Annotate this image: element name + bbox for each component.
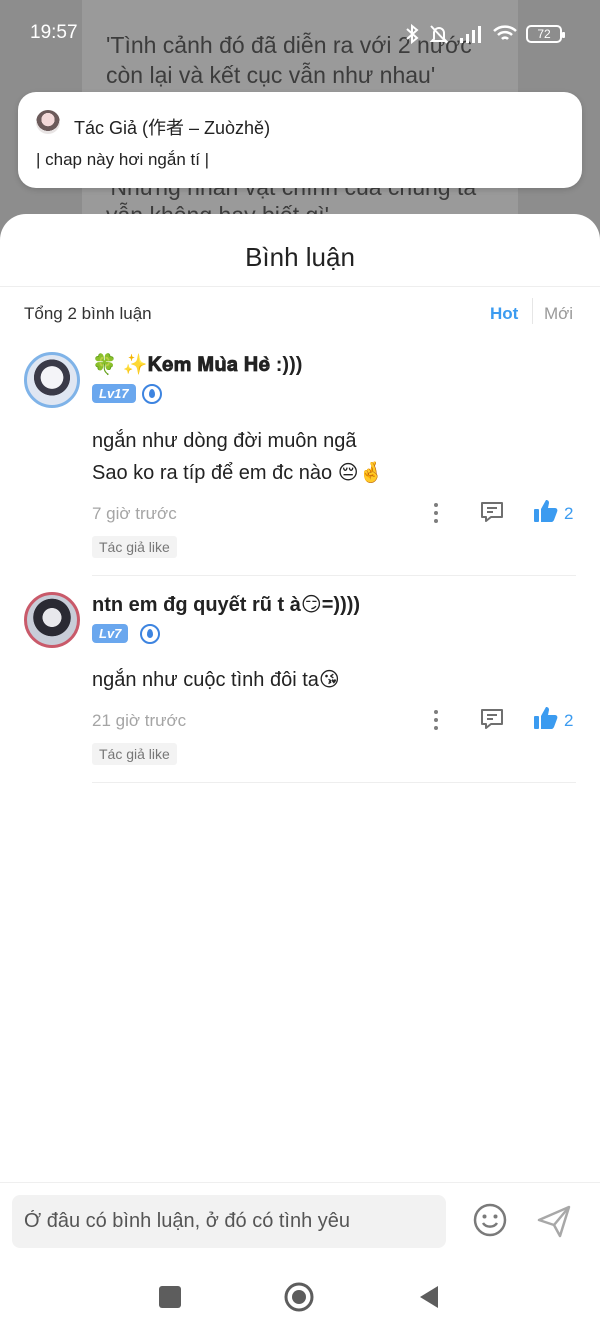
bluetooth-icon xyxy=(406,23,419,45)
reply-icon[interactable] xyxy=(480,708,504,730)
comment-text: ngắn như cuộc tình đôi ta😘 xyxy=(92,664,340,696)
comment-time: 21 giờ trước xyxy=(92,711,187,730)
level-badge: Lv17 xyxy=(92,384,136,403)
thumbs-up-icon[interactable] xyxy=(533,706,559,730)
bell-off-icon xyxy=(429,25,449,44)
avatar[interactable] xyxy=(24,592,80,648)
system-nav-bar xyxy=(0,1262,600,1333)
reply-icon[interactable] xyxy=(480,501,504,523)
home-icon[interactable] xyxy=(284,1282,314,1312)
comment-total: Tổng 2 bình luận xyxy=(24,304,152,323)
recents-icon[interactable] xyxy=(159,1286,181,1308)
divider xyxy=(92,782,576,783)
verified-icon xyxy=(140,624,160,644)
comment-line: ngắn như cuộc tình đôi ta😘 xyxy=(92,669,340,691)
like-count: 2 xyxy=(564,711,574,730)
sort-new-tab[interactable]: Mới xyxy=(544,304,573,324)
comments-sheet: Bình luận Tổng 2 bình luận Hot Mới 🍀 ✨𝐊𝐞… xyxy=(0,214,600,1333)
wifi-icon xyxy=(493,25,517,40)
comment-input[interactable] xyxy=(12,1195,446,1248)
sheet-title: Bình luận xyxy=(245,242,355,272)
divider xyxy=(0,286,600,287)
comment-line: ngắn như dòng đời muôn ngã xyxy=(92,430,357,452)
verified-icon xyxy=(142,384,162,404)
author-like-badge: Tác giả like xyxy=(92,743,177,765)
sort-hot-tab[interactable]: Hot xyxy=(490,304,518,324)
more-vertical-icon[interactable] xyxy=(432,501,440,525)
comment-time: 7 giờ trước xyxy=(92,504,177,523)
comment-username[interactable]: ntn em đg quyết rũ t à😏=)))) xyxy=(92,592,360,617)
author-like-badge: Tác giả like xyxy=(92,536,177,558)
status-icons: 72 xyxy=(404,20,565,48)
divider xyxy=(0,1182,600,1183)
comment-username[interactable]: 🍀 ✨𝐊𝐞𝐦 𝐌𝐮̀𝐚 𝐇𝐞̀ :))) xyxy=(92,352,302,377)
level-badge: Lv7 xyxy=(92,624,129,643)
back-icon[interactable] xyxy=(418,1284,440,1310)
more-vertical-icon[interactable] xyxy=(432,708,440,732)
thumbs-up-icon[interactable] xyxy=(533,499,559,523)
comment-text: ngắn như dòng đời muôn ngã Sao ko ra típ… xyxy=(92,425,383,489)
reader-text-line: còn lại và kết cục vẫn như nhau' xyxy=(106,62,436,88)
divider xyxy=(92,575,576,576)
status-time: 19:57 xyxy=(30,22,78,43)
author-message: | chap này hơi ngắn tí | xyxy=(36,150,210,169)
emoji-icon[interactable] xyxy=(472,1202,508,1238)
divider xyxy=(532,298,533,324)
avatar[interactable] xyxy=(24,352,80,408)
author-avatar xyxy=(36,110,60,134)
author-note-card[interactable]: Tác Giả (作者 – Zuòzhě) | chap này hơi ngắ… xyxy=(18,92,582,188)
battery-icon: 72 xyxy=(526,25,565,43)
like-count: 2 xyxy=(564,504,574,523)
author-name: Tác Giả (作者 – Zuòzhě) xyxy=(74,118,271,138)
send-icon[interactable] xyxy=(536,1203,572,1239)
comment-line: Sao ko ra típ để em đc nào 😔🤞 xyxy=(92,462,384,484)
signal-icon xyxy=(460,26,481,43)
